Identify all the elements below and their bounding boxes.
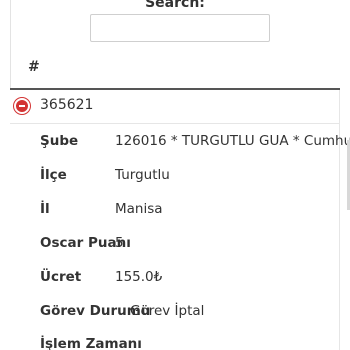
collapse-row-icon[interactable]: [14, 98, 30, 114]
row-divider: [10, 123, 340, 124]
detail-value-sube: 126016 * TURGUTLU GUA * Cumhuriyet: [115, 133, 350, 149]
detail-label-sube: Şube: [40, 133, 79, 149]
search-input[interactable]: [90, 14, 270, 42]
table-right-border: [339, 90, 340, 350]
detail-value-oscar-puani: 5: [115, 235, 124, 251]
detail-label-ucret: Ücret: [40, 269, 82, 285]
column-header-number[interactable]: #: [28, 59, 40, 75]
datatable-page: Search: # 365621 Şube 126016 * TURGUTLU …: [0, 0, 350, 350]
row-id: 365621: [40, 97, 94, 113]
search-label: Search:: [145, 0, 205, 11]
detail-value-ucret: 155.0₺: [115, 269, 163, 285]
detail-value-il: Manisa: [115, 201, 163, 217]
detail-label-islem-zamani: İşlem Zamanı: [40, 336, 142, 350]
detail-value-gorev-durumu: Görev İptal: [130, 303, 205, 319]
table-left-border: [10, 0, 11, 88]
header-divider: [10, 88, 340, 90]
detail-label-il: İl: [40, 201, 50, 217]
detail-value-ilce: Turgutlu: [115, 167, 170, 183]
detail-label-ilce: İlçe: [40, 167, 67, 183]
